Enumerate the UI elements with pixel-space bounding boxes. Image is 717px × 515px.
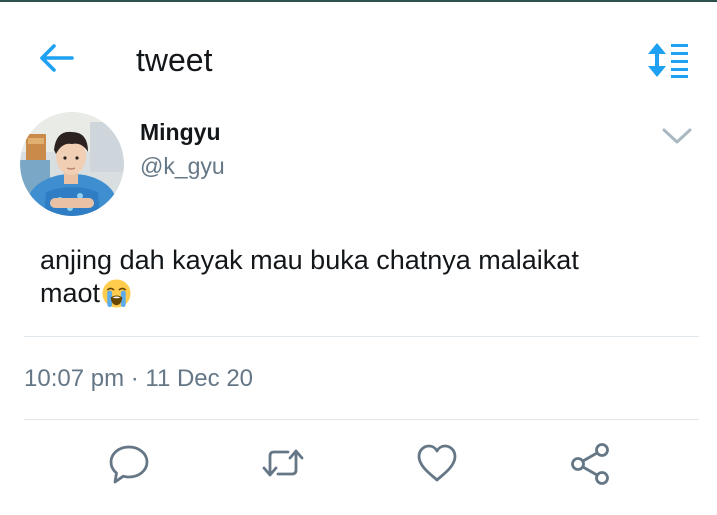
retweet-icon bbox=[262, 449, 304, 477]
tweet-timestamp: 10:07 pm · 11 Dec 20 bbox=[24, 365, 254, 392]
tweet-text-line-2: maot bbox=[40, 278, 101, 308]
divider-bottom bbox=[24, 419, 699, 420]
back-button[interactable] bbox=[36, 40, 76, 76]
tweet-text: anjing dah kayak mau buka chatnya malaik… bbox=[40, 244, 680, 310]
divider-top bbox=[24, 336, 699, 337]
tweet-menu-button[interactable] bbox=[660, 122, 694, 150]
arrow-left-icon bbox=[40, 44, 74, 72]
app-header: tweet bbox=[0, 2, 717, 102]
loudly-crying-face-emoji bbox=[102, 279, 131, 308]
share-icon bbox=[571, 443, 609, 485]
avatar[interactable] bbox=[20, 112, 124, 216]
chevron-down-icon bbox=[662, 128, 692, 144]
profile-photo bbox=[20, 112, 124, 216]
author-name[interactable]: Mingyu bbox=[140, 118, 221, 146]
reply-button[interactable] bbox=[106, 440, 152, 486]
sort-button[interactable] bbox=[644, 40, 690, 80]
sort-updown-icon bbox=[648, 43, 688, 78]
share-button[interactable] bbox=[568, 440, 614, 486]
like-heart-icon bbox=[417, 444, 457, 482]
reply-icon bbox=[109, 445, 149, 484]
tweet-text-line-1: anjing dah kayak mau buka chatnya malaik… bbox=[40, 245, 579, 275]
retweet-button[interactable] bbox=[260, 440, 306, 486]
page-title: tweet bbox=[136, 42, 213, 78]
like-button[interactable] bbox=[414, 440, 460, 486]
tweet-action-bar bbox=[0, 440, 717, 500]
author-handle[interactable]: @k_gyu bbox=[140, 152, 225, 180]
